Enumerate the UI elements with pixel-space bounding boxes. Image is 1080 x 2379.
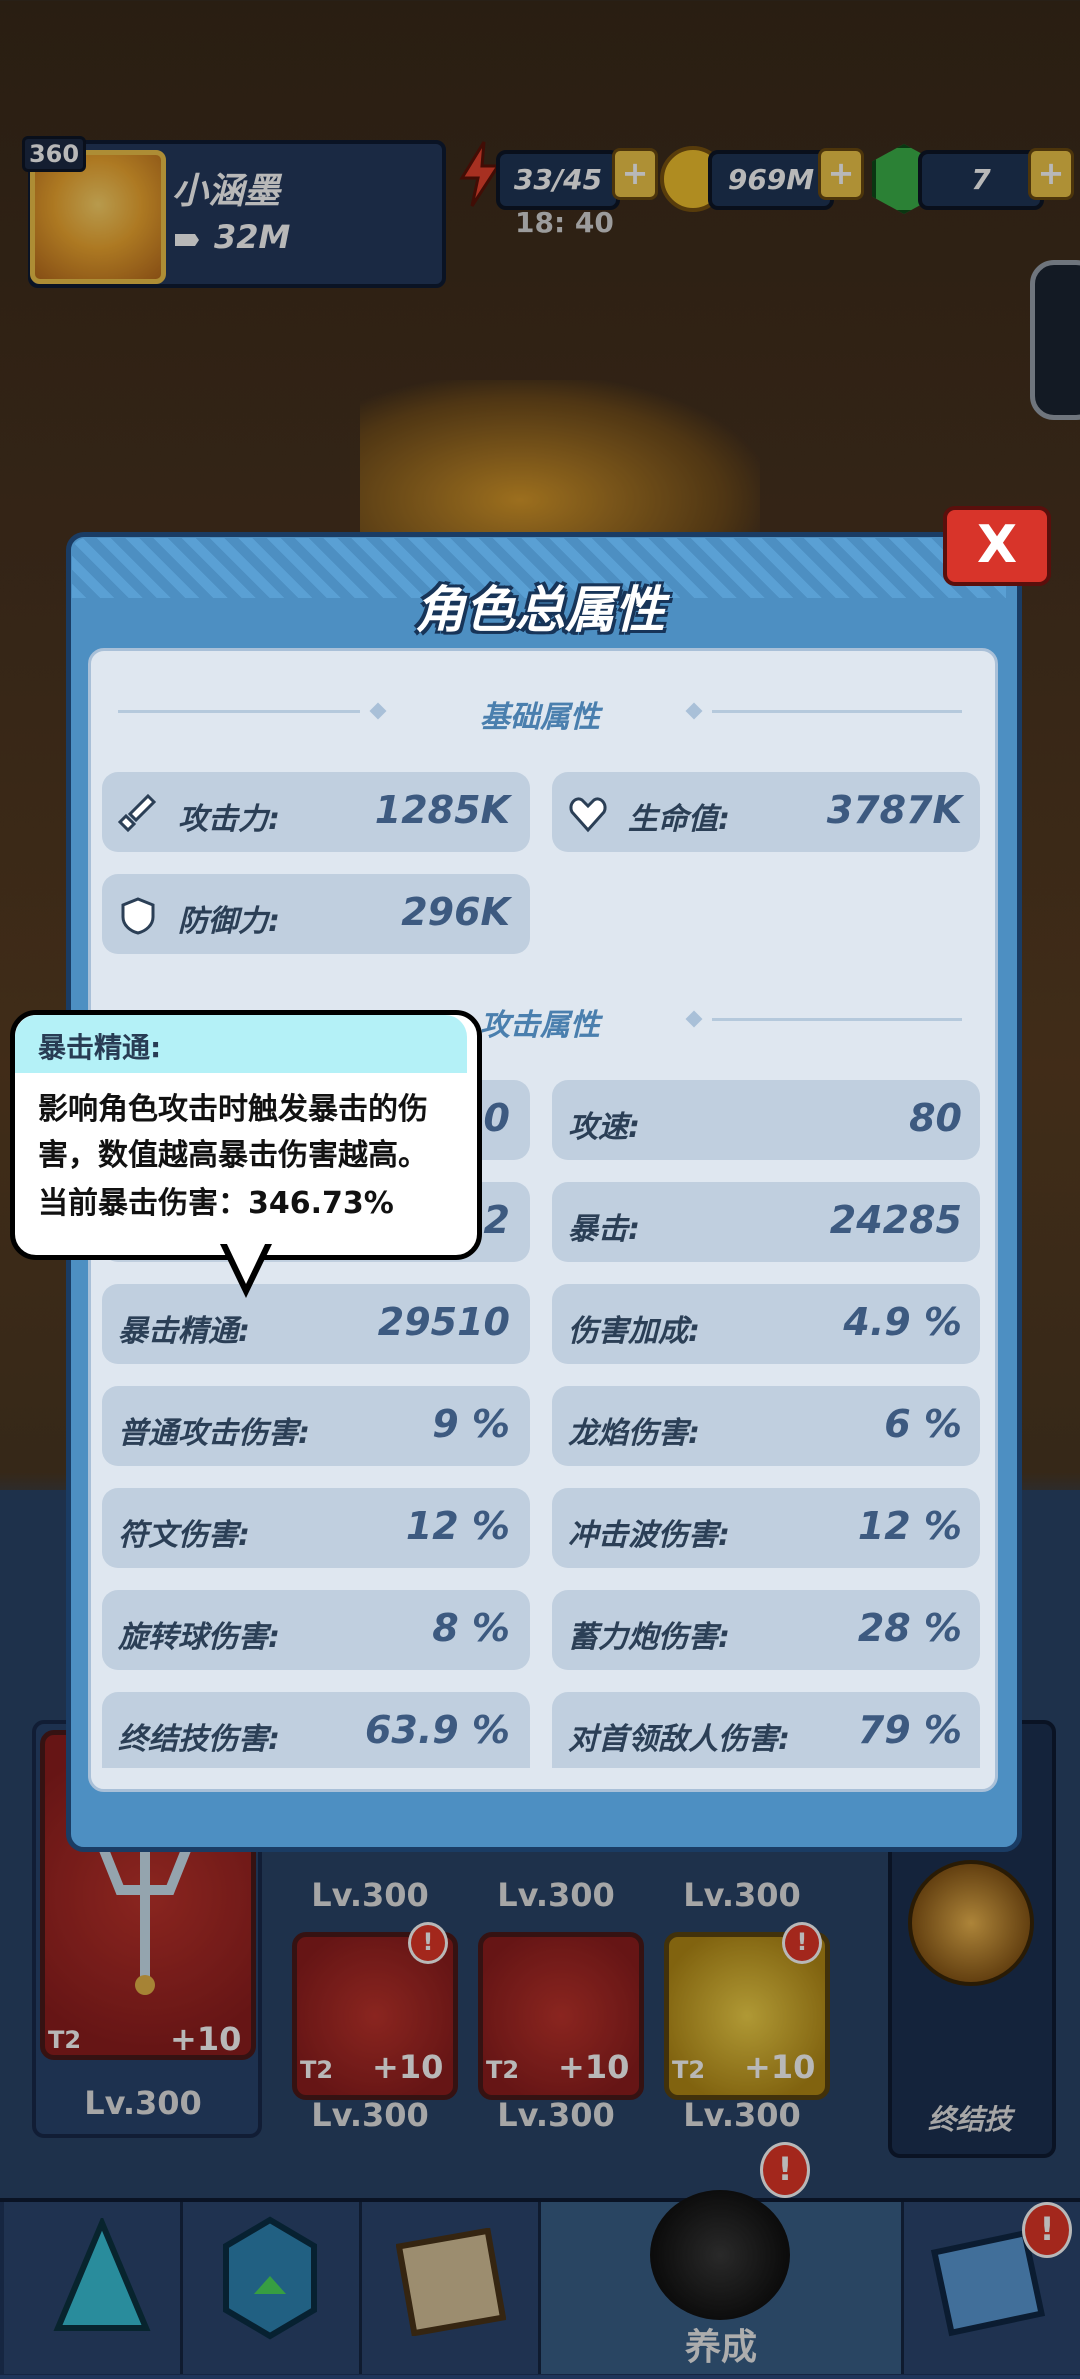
stat-value: 296K: [401, 890, 510, 934]
stat-value: 80: [909, 1096, 962, 1140]
stat-value: 4.9 %: [843, 1300, 962, 1344]
stat-label: 龙焰伤害:: [568, 1416, 700, 1451]
tooltip-text-line: 害，数值越高暴击伤害越高。: [38, 1138, 428, 1173]
stat-value: 63.9 %: [364, 1708, 510, 1752]
stat-label: 暴击精通:: [118, 1314, 250, 1349]
stat-value: 28 %: [857, 1606, 962, 1650]
stat-value: 1285K: [374, 788, 510, 832]
basic-section-title: 基础属性: [480, 700, 600, 735]
stat-label: 冲击波伤害:: [568, 1518, 730, 1553]
shield-icon: [121, 897, 155, 935]
stat-label: 普通攻击伤害:: [118, 1416, 310, 1451]
stat-label: 生命值:: [628, 802, 730, 837]
stat-label: 防御力:: [178, 904, 280, 939]
stat-label: 旋转球伤害:: [118, 1620, 280, 1655]
tooltip-text-line: 影响角色攻击时触发暴击的伤: [38, 1092, 428, 1127]
stat-value: 79 %: [857, 1708, 962, 1752]
tooltip-pointer-fill: [226, 1242, 266, 1284]
tooltip-title: 暴击精通:: [38, 1031, 162, 1064]
section-divider: [712, 710, 962, 713]
stat-label: 蓄力炮伤害:: [568, 1620, 730, 1655]
section-divider: [712, 1018, 962, 1021]
stat-label: 符文伤害:: [118, 1518, 250, 1553]
stat-value: 12 %: [405, 1504, 510, 1548]
stat-value: 8 %: [432, 1606, 510, 1650]
sword-icon: [118, 793, 157, 832]
stat-value: 29510: [377, 1300, 510, 1344]
tooltip-text-line: 当前暴击伤害：346.73%: [38, 1186, 394, 1221]
stat-value: 9 %: [432, 1402, 510, 1446]
stat-value: 3787K: [826, 788, 962, 832]
stat-value: 6 %: [884, 1402, 962, 1446]
close-button[interactable]: X: [943, 506, 1051, 586]
stat-label: 暴击:: [568, 1212, 640, 1247]
stat-label: 伤害加成:: [568, 1314, 700, 1349]
stat-label: 终结技伤害:: [118, 1722, 280, 1757]
modal-title: 角色总属性: [415, 581, 665, 639]
stat-label: 攻速:: [568, 1110, 640, 1145]
stat-label: 攻击力:: [178, 802, 280, 837]
stat-value: 24285: [829, 1198, 962, 1242]
stat-value: 12 %: [857, 1504, 962, 1548]
heart-icon: [569, 797, 607, 833]
